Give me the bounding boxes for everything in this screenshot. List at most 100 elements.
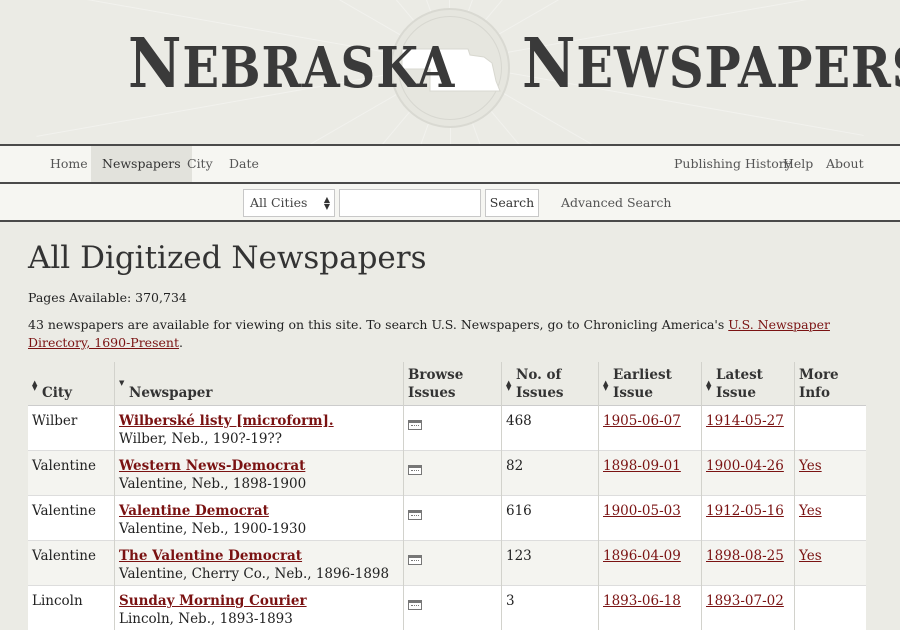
column-browse-issues: Browse Issues <box>403 362 501 406</box>
column-more-info: More Info <box>794 362 866 406</box>
latest-issue-link[interactable]: 1914-05-27 <box>706 413 784 429</box>
more-info-cell <box>794 406 866 451</box>
issues-cell: 3 <box>501 586 598 630</box>
browse-cell <box>403 586 501 630</box>
calendar-icon[interactable] <box>408 420 422 430</box>
newspaper-title-link[interactable]: Western News-Democrat <box>119 457 403 475</box>
masthead: NEBRASKA NEWSPAPERS <box>0 0 900 144</box>
sort-icon: ▲ ▼ <box>603 378 609 392</box>
earliest-issue-link[interactable]: 1893-06-18 <box>603 593 681 609</box>
latest-issue-link[interactable]: 1898-08-25 <box>706 548 784 564</box>
browse-cell <box>403 451 501 496</box>
newspaper-place: Lincoln, Neb., 1893-1893 <box>119 611 293 627</box>
nav-city[interactable]: City <box>176 146 224 182</box>
site-title-left[interactable]: NEBRASKA <box>128 30 455 98</box>
search-button[interactable]: Search <box>485 189 539 217</box>
issues-cell: 123 <box>501 541 598 586</box>
more-info-cell: Yes <box>794 541 866 586</box>
column-newspaper[interactable]: ▼ Newspaper <box>114 362 403 406</box>
more-info-cell: Yes <box>794 496 866 541</box>
table-row: Wilber Wilberské listy [microform]. Wilb… <box>28 406 866 451</box>
earliest-cell: 1900-05-03 <box>598 496 701 541</box>
latest-cell: 1912-05-16 <box>701 496 794 541</box>
more-info-cell <box>794 586 866 630</box>
intro-text: 43 newspapers are available for viewing … <box>28 317 830 350</box>
calendar-icon[interactable] <box>408 465 422 475</box>
latest-issue-link[interactable]: 1900-04-26 <box>706 458 784 474</box>
table-row: Lincoln Sunday Morning Courier Lincoln, … <box>28 586 866 630</box>
newspaper-cell: Sunday Morning Courier Lincoln, Neb., 18… <box>114 586 403 630</box>
latest-cell: 1893-07-02 <box>701 586 794 630</box>
page-title: All Digitized Newspapers <box>28 240 427 276</box>
city-cell: Valentine <box>32 503 96 519</box>
nav-about[interactable]: About <box>815 146 875 182</box>
advanced-search-link[interactable]: Advanced Search <box>561 195 671 210</box>
newspaper-cell: Wilberské listy [microform]. Wilber, Neb… <box>114 406 403 451</box>
sort-icon: ▲ ▼ <box>706 378 712 392</box>
issues-cell: 616 <box>501 496 598 541</box>
newspaper-title-link[interactable]: The Valentine Democrat <box>119 547 403 565</box>
sort-icon: ▲ ▼ <box>32 378 38 392</box>
search-bar: All Cities ▲ ▼ Search Advanced Search <box>0 184 900 222</box>
earliest-issue-link[interactable]: 1900-05-03 <box>603 503 681 519</box>
site-title-right[interactable]: NEWSPAPERS <box>522 30 900 98</box>
newspapers-table: ▲ ▼ City ▼ Newspaper Browse Issues ▲ ▼ No.… <box>28 362 866 630</box>
newspaper-place: Valentine, Cherry Co., Neb., 1896-1898 <box>119 566 390 582</box>
calendar-icon[interactable] <box>408 600 422 610</box>
newspaper-cell: Valentine Democrat Valentine, Neb., 1900… <box>114 496 403 541</box>
latest-cell: 1900-04-26 <box>701 451 794 496</box>
newspaper-title-link[interactable]: Sunday Morning Courier <box>119 592 403 610</box>
newspaper-place: Valentine, Neb., 1900-1930 <box>119 521 307 537</box>
select-arrows-icon: ▲ ▼ <box>323 195 330 211</box>
column-city[interactable]: ▲ ▼ City <box>28 362 114 406</box>
more-info-link[interactable]: Yes <box>799 503 822 519</box>
earliest-cell: 1893-06-18 <box>598 586 701 630</box>
city-cell: Valentine <box>32 548 96 564</box>
city-cell: Lincoln <box>32 593 83 609</box>
issues-cell: 468 <box>501 406 598 451</box>
newspaper-place: Valentine, Neb., 1898-1900 <box>119 476 307 492</box>
more-info-link[interactable]: Yes <box>799 458 822 474</box>
table-row: Valentine The Valentine Democrat Valenti… <box>28 541 866 586</box>
city-select-value: All Cities <box>250 195 308 210</box>
newspaper-title-link[interactable]: Wilberské listy [microform]. <box>119 412 403 430</box>
more-info-cell: Yes <box>794 451 866 496</box>
latest-issue-link[interactable]: 1893-07-02 <box>706 593 784 609</box>
earliest-issue-link[interactable]: 1905-06-07 <box>603 413 681 429</box>
browse-cell <box>403 541 501 586</box>
column-latest-issue[interactable]: ▲ ▼ Latest Issue <box>701 362 794 406</box>
sort-icon: ▲ ▼ <box>506 378 512 392</box>
earliest-cell: 1898-09-01 <box>598 451 701 496</box>
nav-date[interactable]: Date <box>218 146 270 182</box>
calendar-icon[interactable] <box>408 555 422 565</box>
newspaper-cell: The Valentine Democrat Valentine, Cherry… <box>114 541 403 586</box>
column-earliest-issue[interactable]: ▲ ▼ Earliest Issue <box>598 362 701 406</box>
pages-available: Pages Available: 370,734 <box>28 290 187 305</box>
main-nav: Home Newspapers City Date Publishing His… <box>0 144 900 184</box>
latest-issue-link[interactable]: 1912-05-16 <box>706 503 784 519</box>
issues-cell: 82 <box>501 451 598 496</box>
table-row: Valentine Valentine Democrat Valentine, … <box>28 496 866 541</box>
latest-cell: 1914-05-27 <box>701 406 794 451</box>
city-cell: Wilber <box>32 413 78 429</box>
newspaper-place: Wilber, Neb., 190?-19?? <box>119 431 282 447</box>
browse-cell <box>403 496 501 541</box>
column-no-of-issues[interactable]: ▲ ▼ No. of Issues <box>501 362 598 406</box>
sort-desc-icon: ▼ <box>119 378 125 387</box>
calendar-icon[interactable] <box>408 510 422 520</box>
city-select[interactable]: All Cities ▲ ▼ <box>243 189 335 217</box>
newspaper-title-link[interactable]: Valentine Democrat <box>119 502 403 520</box>
table-header: ▲ ▼ City ▼ Newspaper Browse Issues ▲ ▼ No.… <box>28 362 866 406</box>
latest-cell: 1898-08-25 <box>701 541 794 586</box>
earliest-issue-link[interactable]: 1898-09-01 <box>603 458 681 474</box>
nav-home[interactable]: Home <box>39 146 99 182</box>
city-cell: Valentine <box>32 458 96 474</box>
table-row: Valentine Western News-Democrat Valentin… <box>28 451 866 496</box>
search-input[interactable] <box>339 189 481 217</box>
browse-cell <box>403 406 501 451</box>
earliest-issue-link[interactable]: 1896-04-09 <box>603 548 681 564</box>
earliest-cell: 1896-04-09 <box>598 541 701 586</box>
more-info-link[interactable]: Yes <box>799 548 822 564</box>
newspaper-cell: Western News-Democrat Valentine, Neb., 1… <box>114 451 403 496</box>
earliest-cell: 1905-06-07 <box>598 406 701 451</box>
